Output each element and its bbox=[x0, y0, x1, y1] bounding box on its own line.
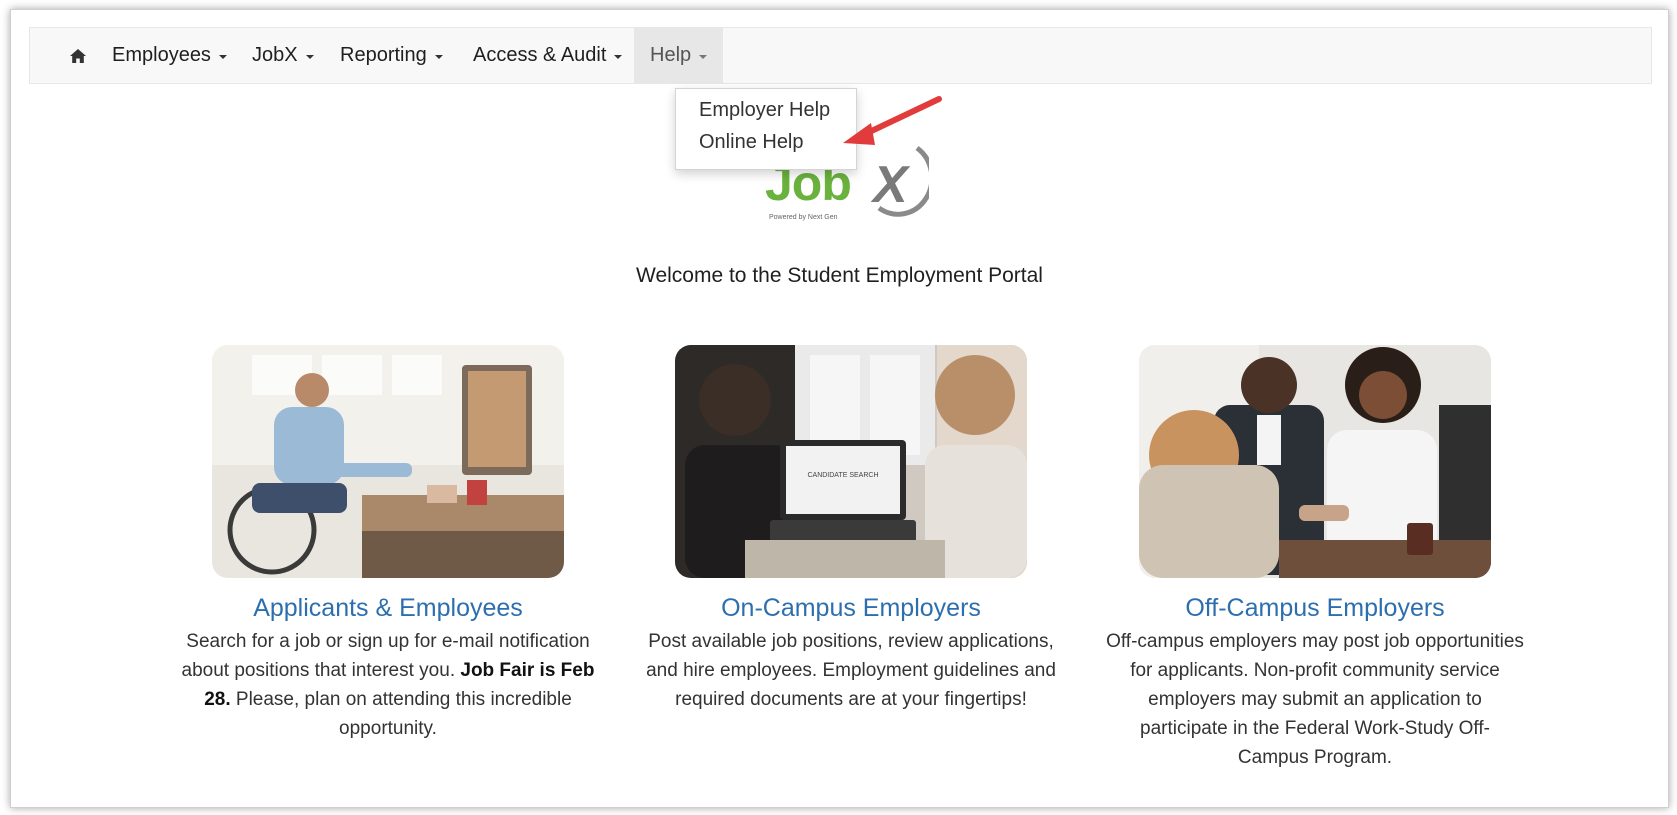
browser-page-frame: Employees JobX Reporting Access & Audit … bbox=[10, 9, 1669, 808]
nav-jobx-label: JobX bbox=[252, 44, 298, 66]
business-meeting-handshake-photo bbox=[1139, 345, 1491, 578]
caret-down-icon bbox=[614, 54, 623, 59]
nav-reporting[interactable]: Reporting bbox=[340, 28, 443, 83]
menu-item-employer-help[interactable]: Employer Help bbox=[699, 99, 830, 122]
card-off-campus: Off-Campus Employers Off-campus employer… bbox=[1100, 345, 1530, 772]
nav-access-audit[interactable]: Access & Audit bbox=[473, 28, 623, 83]
logo-x-letter: X bbox=[870, 156, 911, 214]
on-campus-description: Post available job positions, review app… bbox=[646, 631, 1056, 710]
welcome-heading: Welcome to the Student Employment Portal bbox=[636, 264, 1043, 287]
applicants-desc-text-2: Please, plan on attending this incredibl… bbox=[235, 689, 572, 739]
red-arrow-annotation-icon bbox=[843, 96, 942, 145]
caret-down-icon bbox=[305, 54, 314, 59]
nav-access-audit-label: Access & Audit bbox=[473, 44, 607, 66]
nav-help-label: Help bbox=[650, 44, 692, 66]
caret-down-icon bbox=[434, 54, 443, 59]
menu-item-online-help[interactable]: Online Help bbox=[699, 131, 804, 154]
person-in-wheelchair-at-office-desk-photo bbox=[212, 345, 564, 578]
on-campus-employers-link[interactable]: On-Campus Employers bbox=[636, 594, 1066, 623]
nav-reporting-label: Reporting bbox=[340, 44, 427, 66]
applicants-description: Search for a job or sign up for e-mail n… bbox=[173, 627, 603, 743]
nav-help[interactable]: Help bbox=[634, 28, 724, 83]
help-dropdown-menu: Employer Help Online Help bbox=[675, 88, 857, 170]
card-on-campus: CANDIDATE SEARCH On-Campus Employers Pos… bbox=[636, 345, 1066, 714]
nav-home[interactable] bbox=[58, 28, 98, 83]
caret-down-icon bbox=[218, 54, 227, 59]
nav-jobx[interactable]: JobX bbox=[252, 28, 314, 83]
applicants-employees-link[interactable]: Applicants & Employees bbox=[173, 594, 603, 623]
off-campus-description: Off-campus employers may post job opport… bbox=[1106, 631, 1524, 768]
logo-tagline: Powered by Next Gen bbox=[769, 214, 838, 221]
two-people-at-laptop-photo: CANDIDATE SEARCH bbox=[675, 345, 1027, 578]
card-applicants: Applicants & Employees Search for a job … bbox=[173, 345, 603, 743]
home-icon bbox=[70, 48, 86, 63]
off-campus-employers-link[interactable]: Off-Campus Employers bbox=[1100, 594, 1530, 623]
nav-employees-label: Employees bbox=[112, 44, 211, 66]
laptop-screen-text: CANDIDATE SEARCH bbox=[807, 472, 878, 479]
nav-employees[interactable]: Employees bbox=[112, 28, 227, 83]
caret-down-icon bbox=[699, 54, 708, 59]
top-navbar: Employees JobX Reporting Access & Audit … bbox=[29, 27, 1652, 84]
